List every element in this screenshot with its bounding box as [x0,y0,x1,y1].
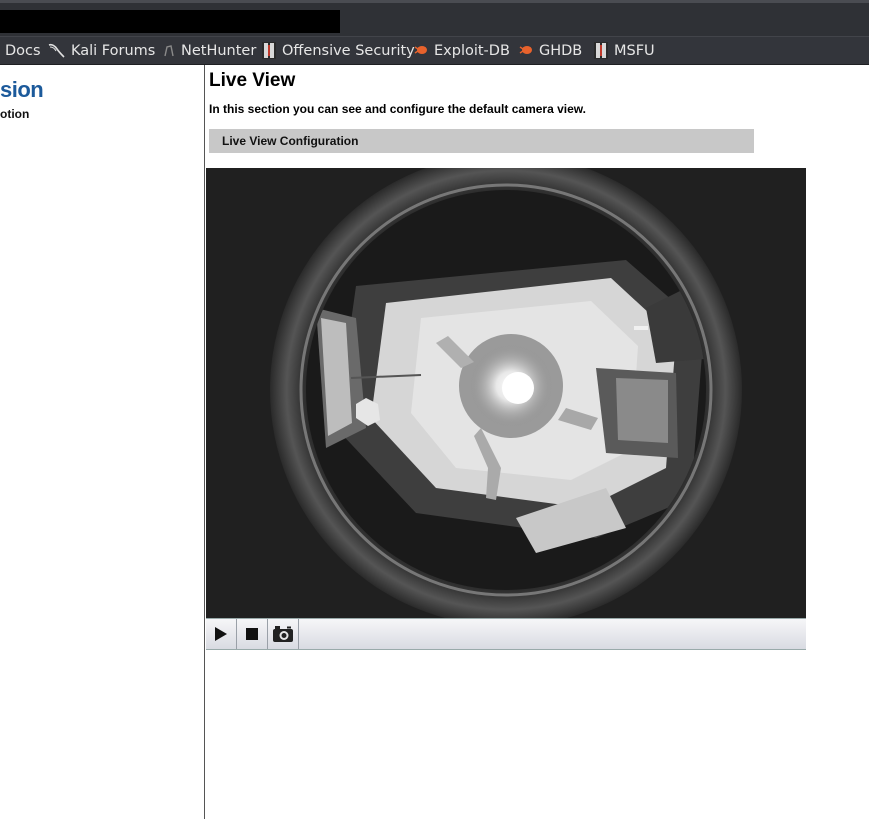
sidebar-title: sion [0,77,44,102]
page-title: Live View [209,70,296,91]
play-icon [215,627,227,641]
browser-toolbar [0,0,869,36]
bookmark-kali-forums[interactable]: Kali Forums [48,37,155,65]
bookmark-docs[interactable]: Docs [5,37,41,65]
main-content: Live View In this section you can see an… [206,65,869,819]
camera-icon [273,626,293,642]
bookmark-label: NetHunter [181,43,257,59]
toolbar-divider [0,0,869,3]
exploit-db-bug-icon [519,46,532,54]
exploit-db-bug-icon [414,46,427,54]
section-header-label: Live View Configuration [222,134,359,148]
stop-button[interactable] [237,619,268,649]
sidebar: sion otion [0,65,205,819]
address-bar[interactable] [0,10,340,33]
bookmark-label: Docs [5,43,41,59]
bookmark-label: MSFU [614,43,655,59]
bookmark-label: Exploit-DB [434,43,510,59]
offensive-security-icon [594,41,608,59]
page-description: In this section you can see and configur… [209,102,586,116]
bookmark-exploit-db[interactable]: Exploit-DB [414,37,510,65]
bookmark-offensive-security[interactable]: Offensive Security [262,37,415,65]
nethunter-icon [164,44,174,56]
sidebar-menu-item[interactable]: otion [0,107,29,121]
bookmark-label: GHDB [539,43,583,59]
bookmarks-toolbar: Docs Kali Forums NetHunter Offensive Sec… [0,36,869,65]
bookmark-label: Offensive Security [282,43,415,59]
live-video-feed[interactable] [206,168,806,618]
bookmark-nethunter[interactable]: NetHunter [163,37,256,65]
live-view-configuration-header[interactable]: Live View Configuration [209,129,754,153]
offensive-security-icon [262,41,276,59]
snapshot-button[interactable] [268,619,299,649]
kali-dragon-icon [48,43,65,58]
stop-icon [246,628,258,640]
play-button[interactable] [206,619,237,649]
bookmark-msfu[interactable]: MSFU [594,37,655,65]
bookmark-ghdb[interactable]: GHDB [519,37,582,65]
bookmark-label: Kali Forums [71,43,156,59]
fisheye-camera-image [206,168,806,618]
player-controls [206,618,806,650]
